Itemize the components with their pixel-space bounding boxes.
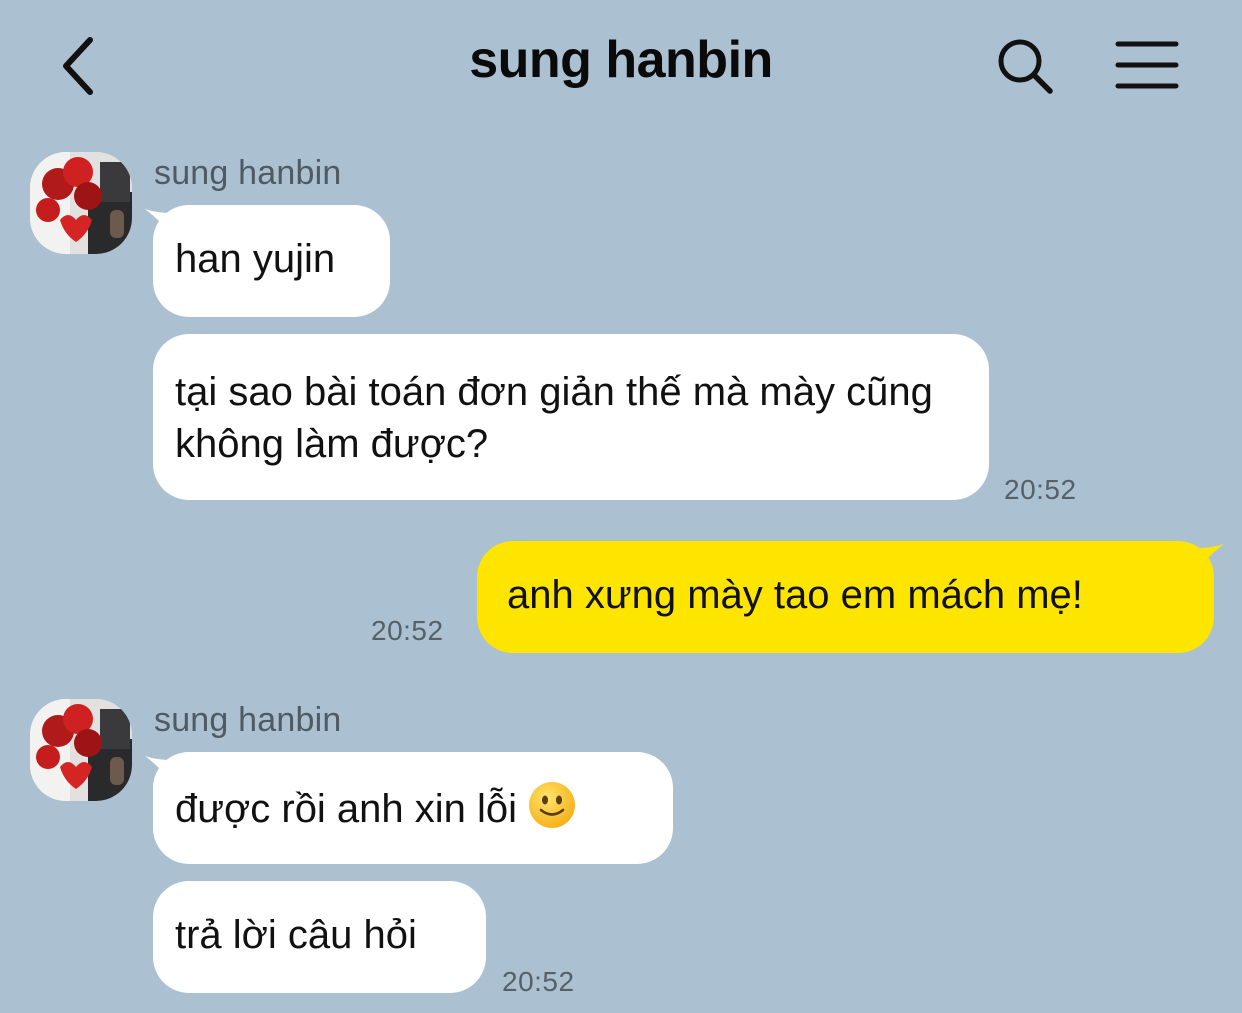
- avatar[interactable]: [30, 699, 132, 801]
- message-text: anh xưng mày tao em mách mẹ!: [507, 573, 1083, 617]
- message-text: han yujin: [175, 237, 336, 281]
- message-timestamp: 20:52: [502, 966, 575, 997]
- avatar-image: [30, 152, 132, 254]
- chat-header: sung hanbin: [0, 0, 1242, 130]
- search-button[interactable]: [994, 36, 1056, 96]
- avatar-image: [30, 699, 132, 801]
- message-text: được rồi anh xin lỗi: [175, 787, 518, 831]
- message-timestamp: 20:52: [1004, 474, 1077, 505]
- search-icon: [998, 39, 1053, 94]
- avatar[interactable]: [30, 152, 132, 254]
- message-bubble[interactable]: trả lời câu hỏi: [153, 881, 486, 993]
- message-text: trả lời câu hỏi: [175, 913, 417, 957]
- message-bubble[interactable]: tại sao bài toán đơn giản thế mà mày cũn…: [153, 334, 989, 500]
- sender-name: sung hanbin: [154, 701, 342, 739]
- menu-button[interactable]: [1112, 36, 1182, 94]
- message-bubble-outgoing[interactable]: anh xưng mày tao em mách mẹ!: [477, 541, 1214, 653]
- sender-name: sung hanbin: [154, 154, 342, 192]
- message-timestamp: 20:52: [371, 615, 444, 646]
- hamburger-menu-icon: [1115, 41, 1179, 89]
- slightly-smiling-face-emoji: [529, 782, 576, 828]
- message-text: tại sao bài toán đơn giản thế mà mày cũn…: [175, 370, 933, 466]
- message-bubble[interactable]: han yujin: [153, 205, 390, 317]
- message-bubble[interactable]: được rồi anh xin lỗi: [153, 752, 673, 864]
